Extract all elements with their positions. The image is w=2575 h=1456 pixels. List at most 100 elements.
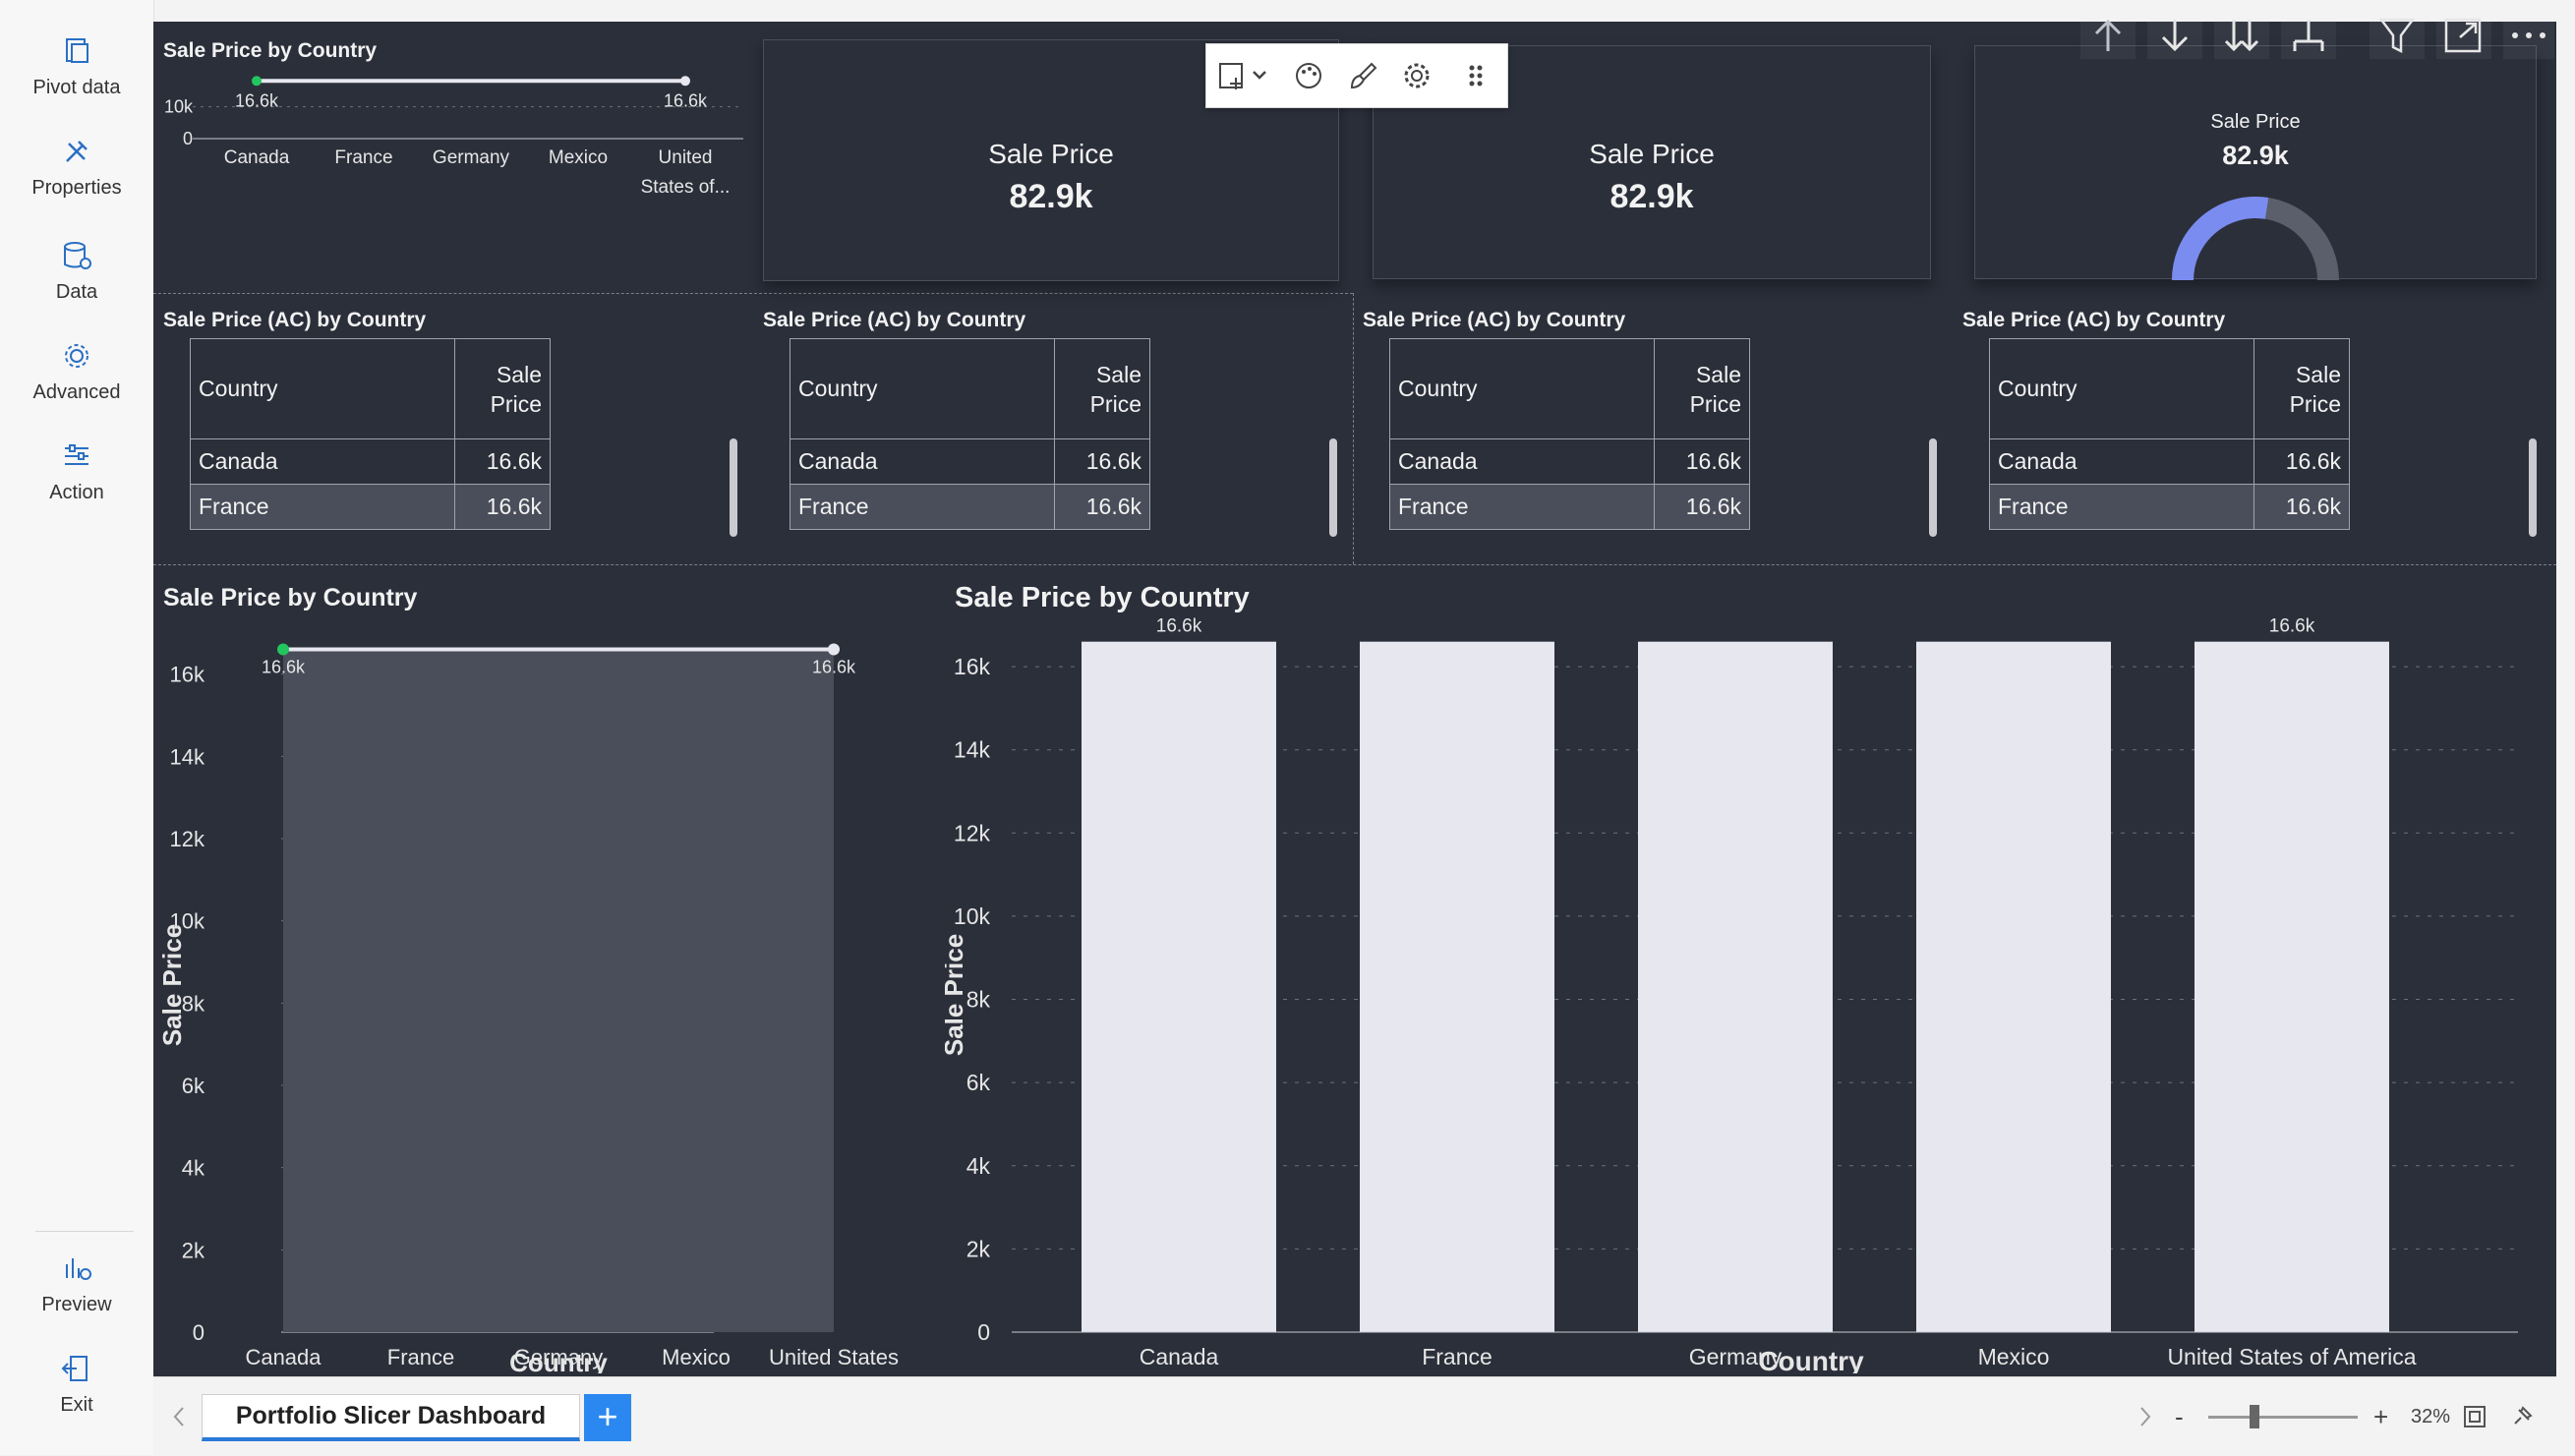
- table-header-sale-price[interactable]: Sale Price: [1054, 338, 1150, 439]
- rail-label: Properties: [31, 177, 122, 199]
- y-tick-label: 12k: [954, 820, 991, 845]
- header-line: Sale: [2295, 361, 2341, 387]
- y-tick-label: 4k: [182, 1156, 205, 1181]
- header-line: Price: [1689, 390, 1741, 417]
- header-line: Price: [1089, 390, 1141, 417]
- kpi-label: Sale Price: [1589, 139, 1715, 169]
- data-table[interactable]: Country Sale Price Canada 16.6k France 16.6k: [1989, 338, 2350, 530]
- data-label: 16.6k: [812, 658, 856, 677]
- drill-up-button[interactable]: [2080, 12, 2136, 59]
- gauge-card[interactable]: Sale Price 82.9k: [1974, 45, 2537, 281]
- table-scrollbar[interactable]: [1329, 438, 1337, 537]
- bar: [1360, 641, 1554, 1332]
- format-brush-icon[interactable]: [1346, 58, 1381, 93]
- report-canvas: Sale Price by Country 10k 0 Canada France Ge…: [153, 22, 2556, 1376]
- section-divider: [153, 293, 1353, 294]
- area-chart[interactable]: 16k14k12k10k8k6k4k2k016.6k 16.6kCanada Fra…: [153, 612, 940, 1373]
- filter-button[interactable]: [2370, 12, 2425, 59]
- rail-properties[interactable]: Properties: [0, 134, 153, 200]
- x-tick-label: Mexico: [1978, 1344, 2050, 1369]
- pin-icon[interactable]: [2509, 1404, 2535, 1429]
- table-title: Sale Price (AC) by Country: [763, 309, 1026, 331]
- data-table[interactable]: Country Sale Price Canada 16.6k France 16.6k: [190, 338, 551, 530]
- table-cell: Canada: [1989, 438, 2254, 485]
- table-scrollbar[interactable]: [2529, 438, 2537, 537]
- table-scrollbar[interactable]: [1929, 438, 1937, 537]
- y-tick-label: 14k: [170, 744, 205, 769]
- focus-mode-button[interactable]: [2436, 12, 2491, 59]
- table-header-country[interactable]: Country: [790, 338, 1055, 439]
- rail-action[interactable]: Action: [0, 438, 153, 504]
- rail-data[interactable]: Data: [0, 238, 153, 304]
- table-title: Sale Price (AC) by Country: [163, 309, 427, 331]
- table-header-sale-price[interactable]: Sale Price: [454, 338, 551, 439]
- drill-down-button[interactable]: [2147, 12, 2202, 59]
- table-header-sale-price[interactable]: Sale Price: [2253, 338, 2350, 439]
- y-tick-label: 4k: [966, 1153, 991, 1179]
- table-cell: 16.6k: [2253, 438, 2350, 485]
- table-cell: 16.6k: [1054, 484, 1150, 530]
- x-tick-label: Canada: [1140, 1344, 1219, 1369]
- area-fill: [283, 649, 834, 1332]
- gauge-value: 82.9k: [2222, 141, 2289, 170]
- table-cell: 16.6k: [454, 438, 551, 485]
- table-scrollbar[interactable]: [730, 438, 737, 537]
- table-cell: Canada: [190, 438, 455, 485]
- area-chart-title: Sale Price by Country: [163, 584, 418, 612]
- zoom-in-button[interactable]: +: [2373, 1402, 2388, 1432]
- table-header-country[interactable]: Country: [1989, 338, 2254, 439]
- table-cell: France: [190, 484, 455, 530]
- next-level-button[interactable]: [2214, 12, 2269, 59]
- table-header-country[interactable]: Country: [190, 338, 455, 439]
- add-visual-button[interactable]: [1216, 58, 1271, 93]
- palette-icon[interactable]: [1291, 58, 1326, 93]
- bar-chart[interactable]: 16k14k12k10k8k6k4k2k016.6kCanada France Ge…: [945, 612, 2556, 1373]
- x-axis-title: Country: [1758, 1346, 1864, 1373]
- section-divider: [153, 564, 2556, 565]
- data-icon: [64, 242, 91, 269]
- drag-handle-icon[interactable]: [1458, 58, 1493, 93]
- zoom-out-button[interactable]: -: [2175, 1402, 2184, 1432]
- add-page-button[interactable]: +: [584, 1394, 631, 1441]
- chevron-left-icon[interactable]: [167, 1402, 191, 1431]
- rail-advanced[interactable]: Advanced: [0, 338, 153, 404]
- chevron-right-icon[interactable]: [2134, 1402, 2157, 1431]
- bar: [1916, 641, 2111, 1332]
- data-point: [252, 76, 262, 87]
- more-dots-icon: [2512, 32, 2546, 38]
- x-tick-label: United: [659, 147, 713, 168]
- y-tick-label: 0: [977, 1319, 990, 1345]
- page-tab[interactable]: Portfolio Slicer Dashboard: [202, 1394, 580, 1441]
- section-divider: [1353, 293, 1354, 564]
- x-tick-label: United States of America: [2167, 1344, 2416, 1369]
- fit-page-icon[interactable]: [2462, 1404, 2487, 1429]
- pivot-data-icon: [66, 38, 88, 63]
- table-cell: Canada: [1389, 438, 1655, 485]
- line-chart-small[interactable]: 10k 0 Canada France Germany Mexico United State…: [153, 71, 743, 287]
- data-table[interactable]: Country Sale Price Canada 16.6k France 16.6k: [790, 338, 1150, 530]
- y-tick-label: 2k: [182, 1238, 205, 1262]
- y-tick-label: 14k: [954, 737, 991, 763]
- rail-preview[interactable]: Preview: [0, 1251, 153, 1316]
- focus-mode-icon: [2444, 18, 2482, 53]
- rail-exit[interactable]: Exit: [0, 1351, 153, 1417]
- more-options-button[interactable]: [2503, 12, 2554, 59]
- settings-gear-icon[interactable]: [1399, 58, 1434, 93]
- header-line: Sale: [1095, 361, 1141, 387]
- table-cell: France: [790, 484, 1055, 530]
- data-table[interactable]: Country Sale Price Canada 16.6k France 16.6k: [1389, 338, 1750, 530]
- table-cell: France: [1989, 484, 2254, 530]
- y-tick-label: 16k: [954, 654, 991, 679]
- zoom-slider[interactable]: [2208, 1416, 2358, 1419]
- data-label: 16.6k: [262, 658, 306, 677]
- y-tick-label: 0: [193, 1320, 205, 1345]
- data-point: [277, 643, 289, 656]
- table-header-country[interactable]: Country: [1389, 338, 1655, 439]
- data-point: [680, 76, 690, 87]
- zoom-slider-thumb[interactable]: [2250, 1405, 2259, 1428]
- rail-pivot-data[interactable]: Pivot data: [0, 33, 153, 99]
- gauge-label: Sale Price: [2210, 111, 2301, 133]
- preview-icon: [66, 1258, 91, 1280]
- table-header-sale-price[interactable]: Sale Price: [1654, 338, 1750, 439]
- expand-hierarchy-button[interactable]: [2281, 12, 2336, 59]
